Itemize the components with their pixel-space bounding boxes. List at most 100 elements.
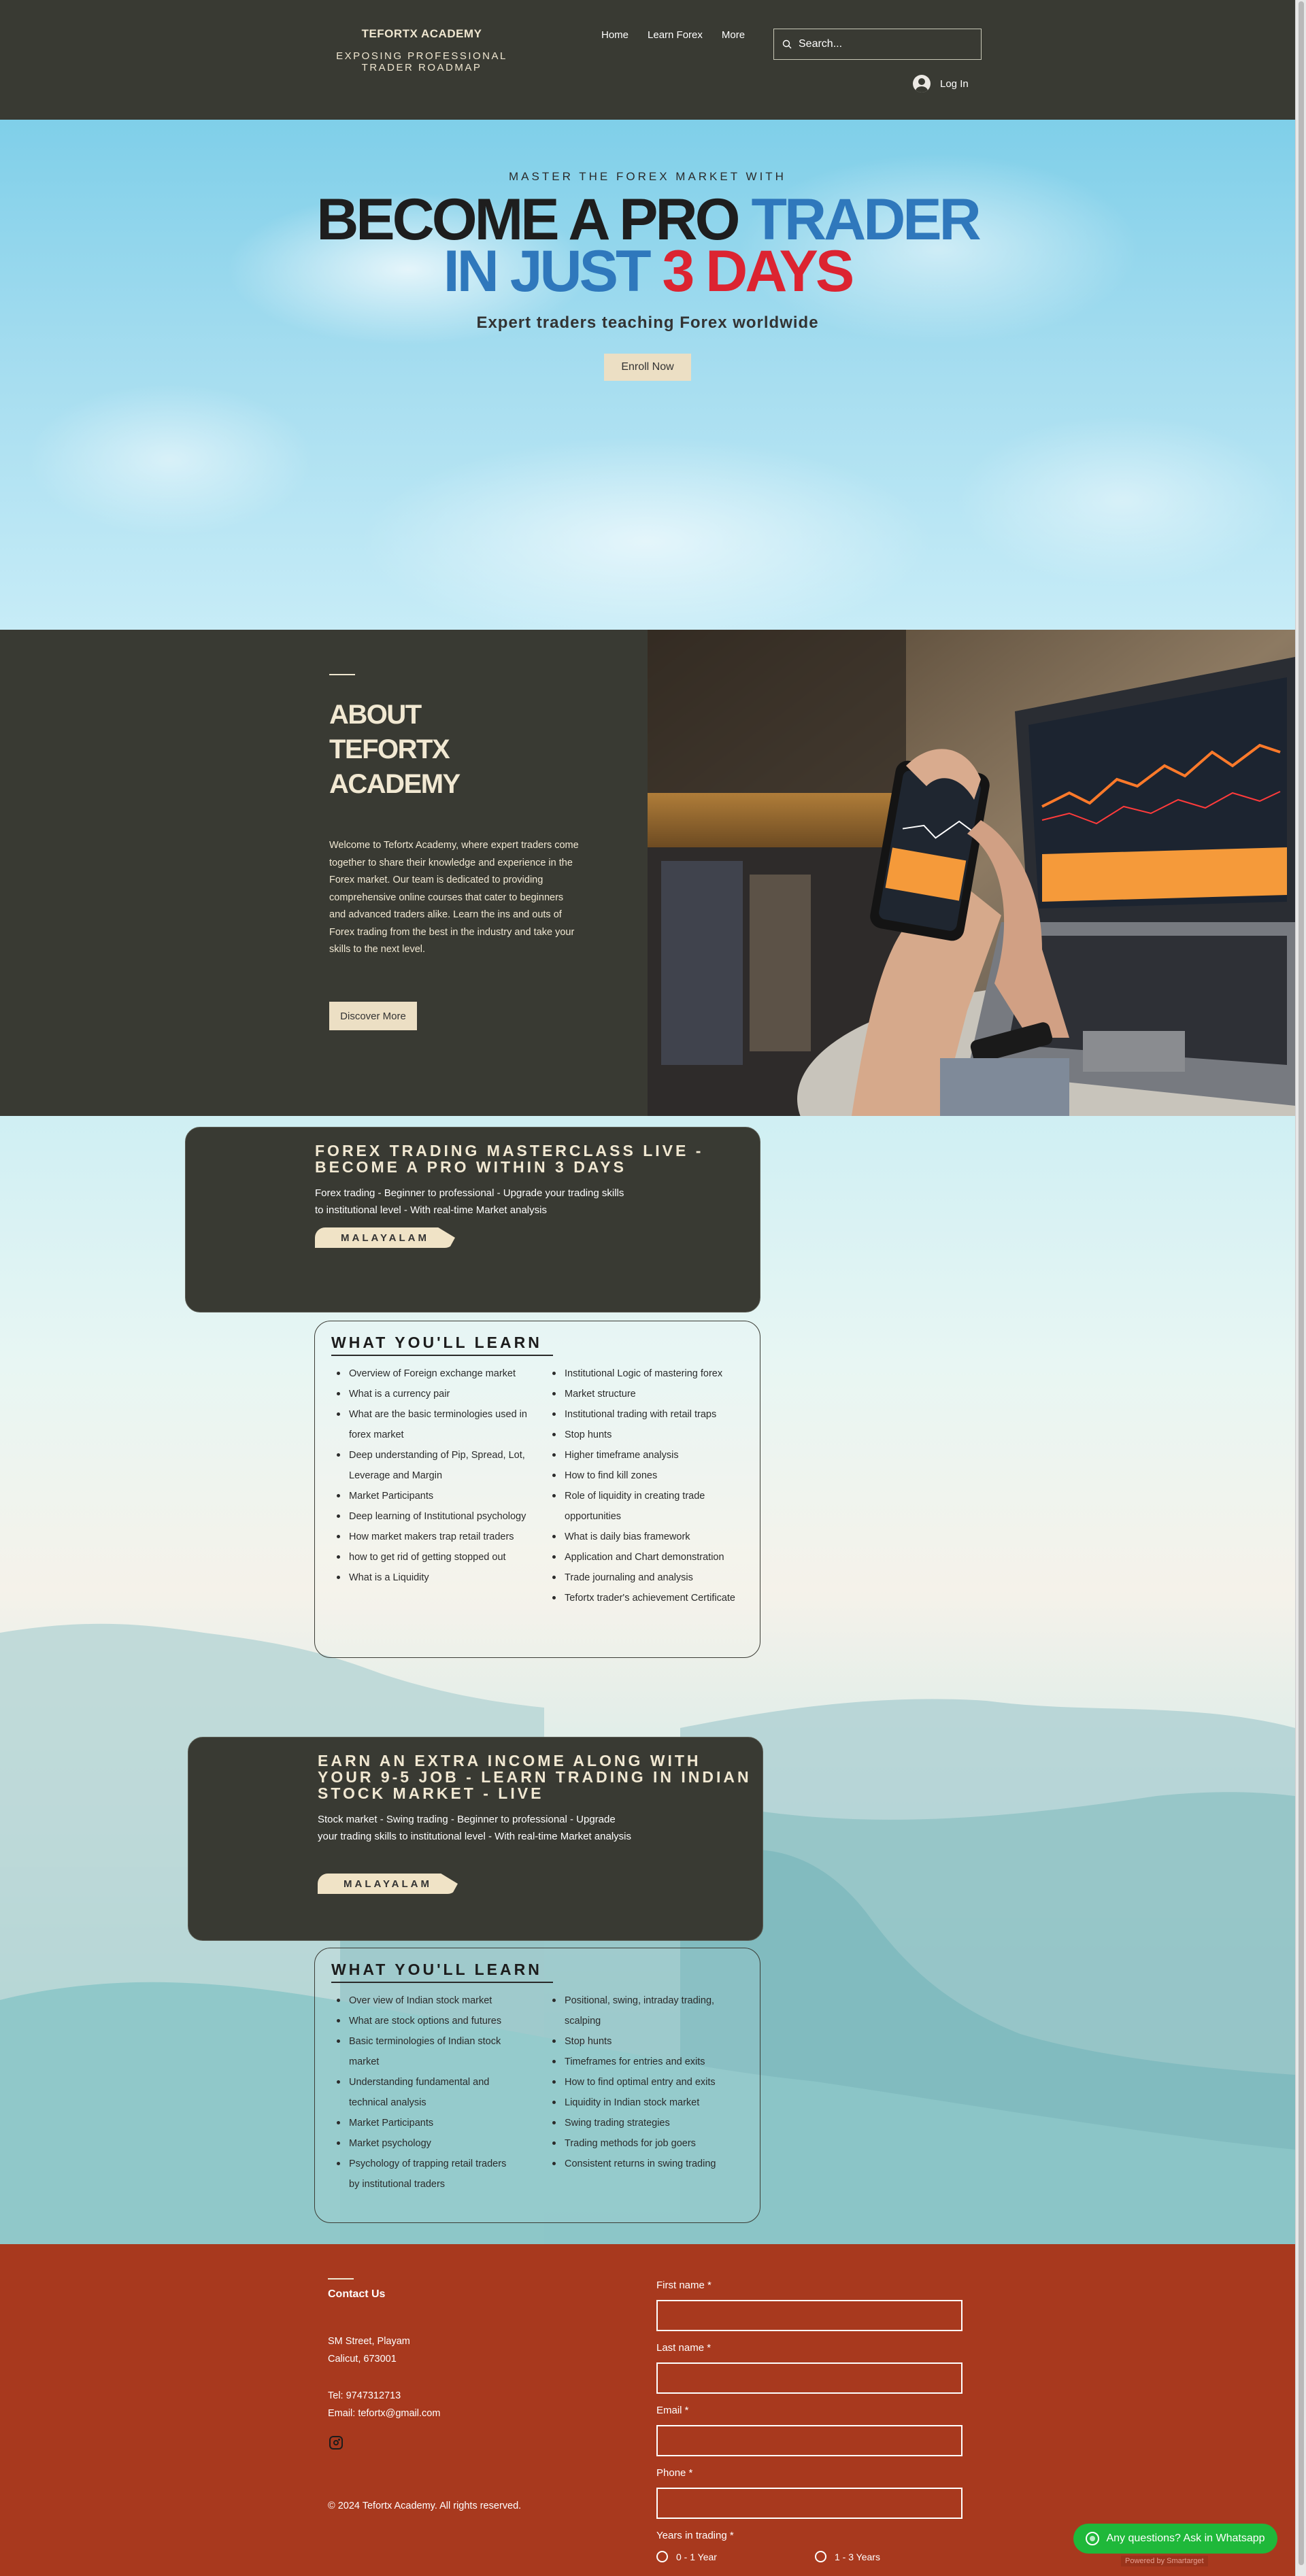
list-item: Basic terminologies of Indian stock mark… (335, 2031, 519, 2072)
search-box[interactable] (773, 29, 982, 60)
whatsapp-label: Any questions? Ask in Whatsapp (1106, 2532, 1265, 2544)
course-title: EARN AN EXTRA INCOME ALONG WITH YOUR 9-5… (318, 1752, 752, 1802)
list-item: Higher timeframe analysis (551, 1445, 741, 1465)
hero-heading-part: 3 DAYS (662, 239, 854, 304)
about-title: ABOUT TEFORTX ACADEMY (329, 700, 461, 799)
contact-phone[interactable]: Tel: 9747312713 (328, 2387, 440, 2405)
hero-section: MASTER THE FOREX MARKET WITH BECOME A PR… (0, 120, 1295, 630)
login-button[interactable]: Log In (913, 75, 969, 92)
contact-details: Tel: 9747312713 Email: tefortx@gmail.com (328, 2387, 440, 2422)
email-field[interactable] (656, 2425, 962, 2456)
scrollbar-thumb[interactable] (1299, 1, 1304, 2565)
nav-more[interactable]: More (712, 29, 754, 41)
address-line: SM Street, Playam (328, 2336, 410, 2347)
hero-kicker: MASTER THE FOREX MARKET WITH (509, 170, 786, 183)
list-item: Trading methods for job goers (551, 2133, 741, 2154)
user-avatar-icon (913, 75, 931, 92)
copyright: © 2024 Tefortx Academy. All rights reser… (328, 2501, 522, 2511)
learn-title: WHAT YOU'LL LEARN (331, 1961, 542, 1978)
first-name-field[interactable] (656, 2300, 962, 2331)
contact-email[interactable]: Email: tefortx@gmail.com (328, 2405, 440, 2422)
list-item: What are the basic terminologies used in… (335, 1404, 533, 1445)
list-item: Institutional trading with retail traps (551, 1404, 741, 1425)
nav-home[interactable]: Home (592, 29, 638, 41)
brand-title[interactable]: TEFORTX ACADEMY (320, 27, 524, 41)
learn-list-right: Positional, swing, intraday trading, sca… (551, 1990, 741, 2174)
page-scrollbar[interactable] (1295, 0, 1306, 2576)
phone-label: Phone * (656, 2467, 693, 2479)
address-line: Calicut, 673001 (328, 2354, 397, 2365)
list-item: Liquidity in Indian stock market (551, 2092, 741, 2113)
list-item: What is a currency pair (335, 1384, 533, 1404)
years-option-0-1[interactable]: 0 - 1 Year (656, 2551, 717, 2562)
list-item: Swing trading strategies (551, 2113, 741, 2133)
list-item: Deep understanding of Pip, Spread, Lot, … (335, 1445, 533, 1486)
learn-card-forex: WHAT YOU'LL LEARN Overview of Foreign ex… (314, 1321, 760, 1658)
radio-label: 0 - 1 Year (676, 2551, 717, 2562)
list-item: Over view of Indian stock market (335, 1990, 519, 2011)
course-title: FOREX TRADING MASTERCLASS LIVE - BECOME … (315, 1142, 704, 1176)
about-text: Welcome to Tefortx Academy, where expert… (329, 840, 579, 955)
enroll-now-button[interactable]: Enroll Now (604, 354, 691, 381)
list-item: Stop hunts (551, 1425, 741, 1445)
years-option-1-3[interactable]: 1 - 3 Years (815, 2551, 880, 2562)
radio-icon (656, 2551, 668, 2562)
list-item: What is a Liquidity (335, 1567, 533, 1588)
list-item: Market Participants (335, 2113, 519, 2133)
list-item: Timeframes for entries and exits (551, 2052, 741, 2072)
learn-list-left: Over view of Indian stock market What ar… (335, 1990, 519, 2194)
about-section: ABOUT TEFORTX ACADEMY Welcome to Tefortx… (0, 630, 1295, 1116)
login-label: Log In (940, 78, 969, 90)
hero-heading-line2: IN JUST 3 DAYS (0, 242, 1295, 301)
list-item: Role of liquidity in creating trade oppo… (551, 1486, 741, 1527)
site-header: TEFORTX ACADEMY EXPOSING PROFESSIONAL TR… (0, 0, 1295, 120)
whatsapp-chat-button[interactable]: Any questions? Ask in Whatsapp (1073, 2524, 1277, 2554)
language-badge[interactable]: MALAYALAM (318, 1874, 458, 1894)
list-item: Psychology of trapping retail traders by… (335, 2154, 519, 2194)
list-item: Application and Chart demonstration (551, 1547, 741, 1567)
list-item: Market Participants (335, 1486, 533, 1506)
nav-learn-forex[interactable]: Learn Forex (638, 29, 712, 41)
learn-list-left: Overview of Foreign exchange market What… (335, 1363, 533, 1588)
brand-tagline: EXPOSING PROFESSIONAL TRADER ROADMAP (336, 50, 507, 73)
divider (331, 1355, 553, 1356)
contact-address: SM Street, Playam Calicut, 673001 (328, 2333, 410, 2368)
last-name-label: Last name * (656, 2342, 711, 2354)
language-badge[interactable]: MALAYALAM (315, 1227, 455, 1248)
hero-heading-part: IN JUST (443, 239, 652, 304)
learn-title: WHAT YOU'LL LEARN (331, 1334, 542, 1351)
list-item: What is daily bias framework (551, 1527, 741, 1547)
search-icon (782, 39, 792, 49)
list-item: How to find optimal entry and exits (551, 2072, 741, 2092)
discover-more-button[interactable]: Discover More (329, 1002, 417, 1030)
first-name-label: First name * (656, 2280, 711, 2291)
list-item: how to get rid of getting stopped out (335, 1547, 533, 1567)
course-description: Forex trading - Beginner to professional… (315, 1187, 624, 1216)
contact-title: Contact Us (328, 2288, 386, 2300)
hero-subtitle: Expert traders teaching Forex worldwide (476, 313, 819, 332)
powered-by-label[interactable]: Powered by Smartarget (1121, 2556, 1208, 2566)
radio-label: 1 - 3 Years (835, 2551, 880, 2562)
list-item: Understanding fundamental and technical … (335, 2072, 519, 2113)
divider (329, 674, 355, 675)
main-nav: Home Learn Forex More (592, 29, 754, 41)
list-item: How market makers trap retail traders (335, 1527, 533, 1547)
email-label: Email * (656, 2405, 689, 2416)
phone-field[interactable] (656, 2488, 962, 2519)
list-item: Market psychology (335, 2133, 519, 2154)
course-card-stock: EARN AN EXTRA INCOME ALONG WITH YOUR 9-5… (188, 1737, 763, 1941)
whatsapp-icon (1086, 2532, 1100, 2545)
list-item: Trade journaling and analysis (551, 1567, 741, 1588)
search-input[interactable] (799, 38, 969, 50)
learn-list-right: Institutional Logic of mastering forex M… (551, 1363, 741, 1608)
list-item: What are stock options and futures (335, 2011, 519, 2031)
divider (331, 1982, 553, 1983)
list-item: Deep learning of Institutional psycholog… (335, 1506, 533, 1527)
last-name-field[interactable] (656, 2362, 962, 2394)
list-item: Overview of Foreign exchange market (335, 1363, 533, 1384)
radio-icon (815, 2551, 826, 2562)
divider (328, 2278, 354, 2280)
list-item: Institutional Logic of mastering forex (551, 1363, 741, 1384)
list-item: Tefortx trader's achievement Certificate (551, 1588, 741, 1608)
instagram-icon[interactable] (329, 2436, 343, 2450)
